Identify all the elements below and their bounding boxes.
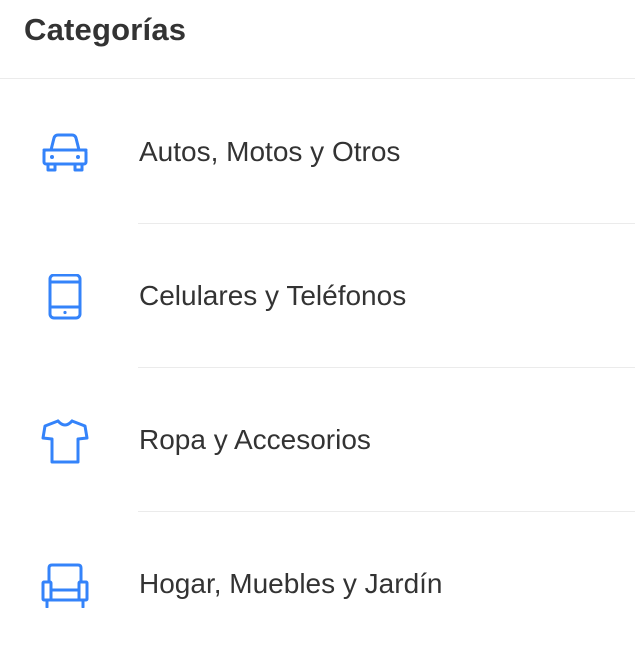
category-item-autos[interactable]: Autos, Motos y Otros [0, 80, 635, 224]
categories-header: Categorías [0, 0, 635, 79]
shirt-icon [41, 418, 89, 464]
category-label: Autos, Motos y Otros [139, 136, 401, 167]
page-title: Categorías [24, 12, 187, 47]
phone-icon [41, 274, 89, 320]
category-item-hogar[interactable]: Hogar, Muebles y Jardín [0, 512, 635, 656]
armchair-icon [41, 562, 89, 608]
category-item-celulares[interactable]: Celulares y Teléfonos [0, 224, 635, 368]
car-icon [41, 130, 89, 176]
category-list: Autos, Motos y Otros Celulares y Teléfon… [0, 80, 635, 656]
category-label: Hogar, Muebles y Jardín [139, 568, 443, 599]
category-label: Ropa y Accesorios [139, 424, 371, 455]
category-item-ropa[interactable]: Ropa y Accesorios [0, 368, 635, 512]
category-label: Celulares y Teléfonos [139, 280, 407, 311]
